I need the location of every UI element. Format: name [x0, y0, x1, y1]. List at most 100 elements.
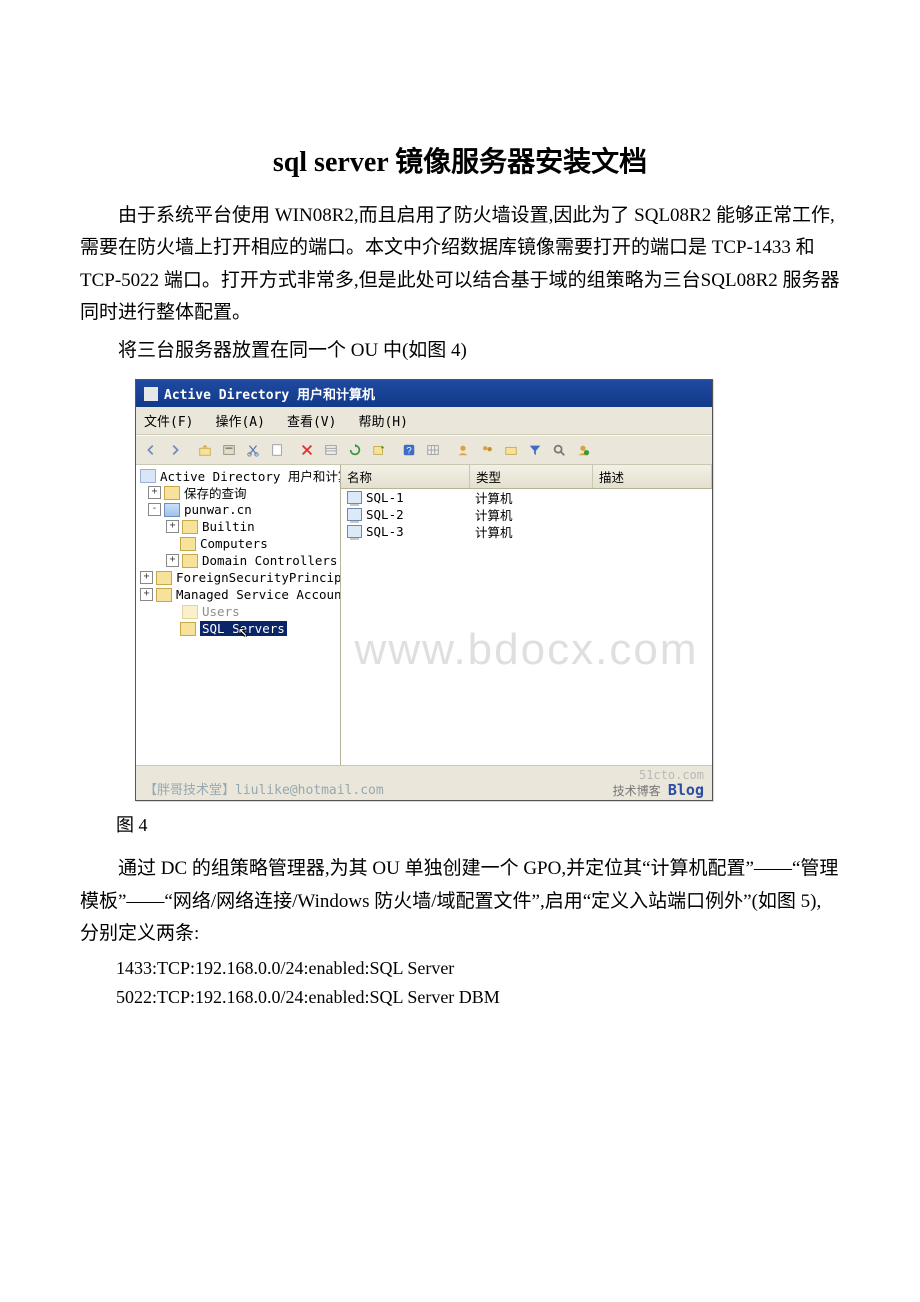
show-hide-icon[interactable] — [218, 439, 240, 461]
menu-view[interactable]: 查看(V) — [283, 410, 340, 431]
tool-bar: ? — [136, 435, 712, 465]
ou-icon[interactable] — [500, 439, 522, 461]
expander-minus-icon[interactable]: - — [148, 503, 161, 516]
col-type[interactable]: 类型 — [470, 465, 593, 488]
port-rule-1: 1433:TCP:192.168.0.0/24:enabled:SQL Serv… — [80, 958, 840, 979]
properties-icon[interactable] — [266, 439, 288, 461]
domain-icon — [164, 503, 180, 517]
cell-type: 计算机 — [475, 522, 513, 541]
refresh-icon[interactable] — [344, 439, 366, 461]
ou-icon — [180, 622, 196, 636]
content-area: Active Directory 用户和计算机 + 保存的查询 - punwar… — [136, 465, 712, 765]
paragraph-ou: 将三台服务器放置在同一个 OU 中(如图 4) — [80, 335, 840, 367]
folder-icon — [140, 469, 156, 483]
expander-plus-icon[interactable]: + — [140, 588, 153, 601]
tree-pane[interactable]: Active Directory 用户和计算机 + 保存的查询 - punwar… — [136, 465, 341, 765]
help-icon[interactable]: ? — [398, 439, 420, 461]
watermark: www.bdocx.com — [355, 625, 699, 675]
up-icon[interactable] — [194, 439, 216, 461]
tree-item-label: 保存的查询 — [184, 483, 247, 502]
svg-text:?: ? — [406, 446, 411, 457]
title-bar: Active Directory 用户和计算机 — [136, 380, 712, 407]
toolbar-separator — [188, 440, 192, 460]
toolbar-separator — [392, 440, 396, 460]
cell-name: SQL-3 — [366, 524, 404, 539]
tree-item-label: Domain Controllers — [202, 553, 337, 568]
figure-caption: 图 4 — [80, 811, 840, 837]
tree-saved-queries[interactable]: + 保存的查询 — [136, 484, 340, 501]
expander-plus-icon[interactable]: + — [140, 571, 153, 584]
ou-icon — [182, 554, 198, 568]
paragraph-gpo: 通过 DC 的组策略管理器,为其 OU 单独创建一个 GPO,并定位其“计算机配… — [80, 853, 840, 950]
tree-item-label: Builtin — [202, 519, 255, 534]
tree-item-label: punwar.cn — [184, 502, 252, 517]
back-icon[interactable] — [140, 439, 162, 461]
list-body: SQL-1 计算机 SQL-2 计算机 SQL-3 计算机 www.bdocx.… — [341, 489, 712, 765]
tree-builtin[interactable]: + Builtin — [136, 518, 340, 535]
folder-icon — [182, 605, 198, 619]
menu-action[interactable]: 操作(A) — [211, 410, 268, 431]
list-item[interactable]: SQL-3 计算机 — [341, 523, 712, 540]
find-icon[interactable] — [548, 439, 570, 461]
footer-right: 51cto.com 技术博客 Blog — [613, 769, 704, 799]
tree-domain[interactable]: - punwar.cn — [136, 501, 340, 518]
menu-help[interactable]: 帮助(H) — [354, 410, 411, 431]
tree-root[interactable]: Active Directory 用户和计算机 — [136, 467, 340, 484]
window-title: Active Directory 用户和计算机 — [164, 384, 375, 403]
tree-item-label: ForeignSecurityPrincip — [176, 570, 341, 585]
aduc-window: Active Directory 用户和计算机 文件(F) 操作(A) 查看(V… — [135, 379, 713, 801]
folder-icon — [164, 486, 180, 500]
computer-icon — [347, 508, 362, 521]
tree-foreign-security[interactable]: + ForeignSecurityPrincip — [136, 569, 340, 586]
folder-icon — [156, 571, 172, 585]
user-icon[interactable] — [452, 439, 474, 461]
toolbar-separator — [446, 440, 450, 460]
paragraph-intro: 由于系统平台使用 WIN08R2,而且启用了防火墙设置,因此为了 SQL08R2… — [80, 200, 840, 329]
expander-plus-icon[interactable]: + — [166, 554, 179, 567]
group-icon[interactable] — [476, 439, 498, 461]
list-header: 名称 类型 描述 — [341, 465, 712, 489]
export-icon[interactable] — [368, 439, 390, 461]
add-icon[interactable] — [572, 439, 594, 461]
tree-domain-controllers[interactable]: + Domain Controllers — [136, 552, 340, 569]
folder-icon — [182, 520, 198, 534]
tree-item-label: Computers — [200, 536, 268, 551]
tree-item-label: Users — [202, 604, 240, 619]
filter-icon[interactable] — [524, 439, 546, 461]
computer-icon — [347, 525, 362, 538]
tree-item-label: SQL Servers — [200, 621, 287, 636]
tree-item-label: Managed Service Accoun — [176, 587, 341, 602]
cell-name: SQL-2 — [366, 507, 404, 522]
folder-icon — [180, 537, 196, 551]
menu-file[interactable]: 文件(F) — [140, 410, 197, 431]
expander-plus-icon[interactable]: + — [166, 520, 179, 533]
cell-name: SQL-1 — [366, 490, 404, 505]
col-desc[interactable]: 描述 — [593, 465, 712, 488]
folder-icon — [156, 588, 172, 602]
menu-bar: 文件(F) 操作(A) 查看(V) 帮助(H) — [136, 407, 712, 435]
page-title: sql server 镜像服务器安装文档 — [80, 140, 840, 180]
grid-icon[interactable] — [422, 439, 444, 461]
tree-managed-service[interactable]: + Managed Service Accoun — [136, 586, 340, 603]
forward-icon[interactable] — [164, 439, 186, 461]
tree-sql-servers[interactable]: SQL Servers — [136, 620, 340, 637]
tree-computers[interactable]: Computers — [136, 535, 340, 552]
toolbar-separator — [290, 440, 294, 460]
list-icon[interactable] — [320, 439, 342, 461]
tree-users[interactable]: + Users — [136, 603, 340, 620]
list-item[interactable]: SQL-1 计算机 — [341, 489, 712, 506]
footer-site: 51cto.com — [639, 768, 704, 782]
list-pane[interactable]: 名称 类型 描述 SQL-1 计算机 SQL-2 计算机 SQL-3 — [341, 465, 712, 765]
col-name[interactable]: 名称 — [341, 465, 470, 488]
cut-icon[interactable] — [242, 439, 264, 461]
footer-bar: 【胖哥技术堂】liulike@hotmail.com 51cto.com 技术博… — [136, 765, 712, 800]
port-rule-2: 5022:TCP:192.168.0.0/24:enabled:SQL Serv… — [80, 987, 840, 1008]
footer-sub: 技术博客 — [613, 784, 661, 798]
list-item[interactable]: SQL-2 计算机 — [341, 506, 712, 523]
computer-icon — [347, 491, 362, 504]
delete-icon[interactable] — [296, 439, 318, 461]
app-icon — [144, 387, 158, 401]
expander-plus-icon[interactable]: + — [148, 486, 161, 499]
footer-credit: 【胖哥技术堂】liulike@hotmail.com — [144, 779, 384, 798]
footer-blog: Blog — [668, 781, 704, 799]
